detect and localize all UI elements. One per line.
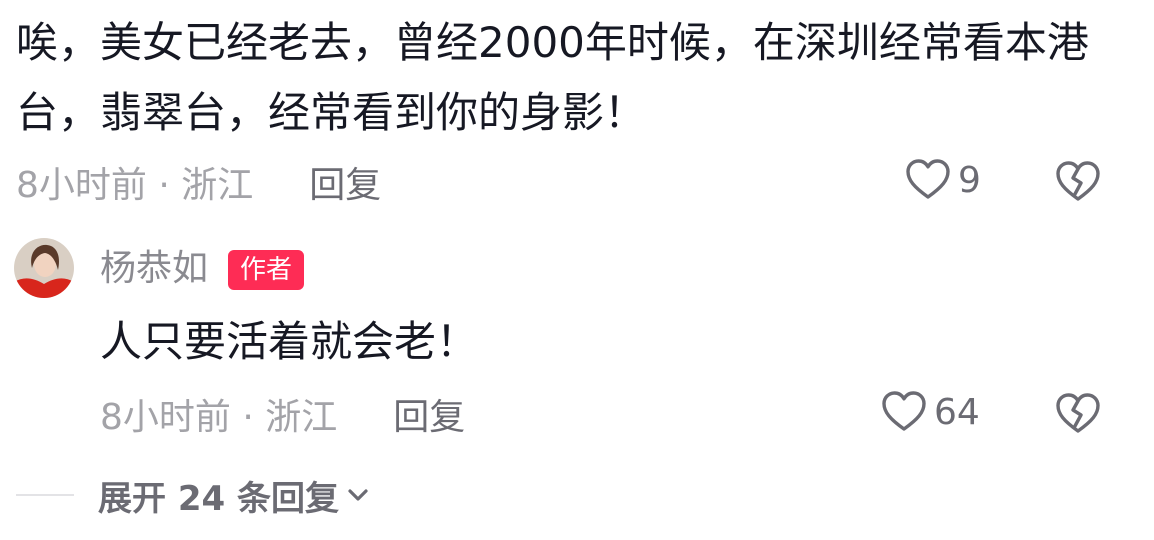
heart-icon bbox=[906, 159, 950, 199]
author-name[interactable]: 杨恭如 bbox=[100, 246, 208, 292]
expand-replies-row: 展开 24 条回复 bbox=[16, 470, 371, 520]
comment-dislike-button[interactable] bbox=[1054, 158, 1102, 210]
comment-like-button[interactable]: 9 bbox=[904, 156, 981, 204]
broken-heart-icon bbox=[1056, 393, 1100, 433]
author-badge: 作者 bbox=[228, 250, 305, 290]
reply-reply-button[interactable]: 回复 bbox=[393, 388, 465, 440]
comment-meta: 8小时前 · 浙江 回复 bbox=[16, 156, 381, 208]
reply-text: 人只要活着就会老！ bbox=[100, 317, 479, 366]
expand-replies-button[interactable]: 展开 24 条回复 bbox=[98, 471, 371, 520]
divider-line bbox=[16, 494, 74, 496]
expand-replies-label: 展开 24 条回复 bbox=[98, 478, 339, 519]
reply-time-location: 8小时前 · 浙江 bbox=[100, 397, 338, 438]
reply-meta: 8小时前 · 浙江 回复 bbox=[100, 388, 465, 440]
reply-like-count: 64 bbox=[934, 391, 980, 433]
heart-icon bbox=[882, 391, 926, 431]
avatar-image bbox=[14, 238, 74, 298]
author-avatar[interactable] bbox=[14, 238, 74, 298]
comment-like-count: 9 bbox=[958, 159, 981, 201]
comment-text: 唉，美女已经老去，曾经2000年时候，在深圳经常看本港台，翡翠台，经常看到你的身… bbox=[16, 18, 1089, 137]
comment-time-location: 8小时前 · 浙江 bbox=[16, 165, 254, 206]
reply-dislike-button[interactable] bbox=[1054, 390, 1102, 442]
reply-like-button[interactable]: 64 bbox=[880, 388, 980, 436]
broken-heart-icon bbox=[1056, 161, 1100, 201]
chevron-down-icon bbox=[348, 489, 368, 501]
comment-reply-button[interactable]: 回复 bbox=[309, 156, 381, 208]
